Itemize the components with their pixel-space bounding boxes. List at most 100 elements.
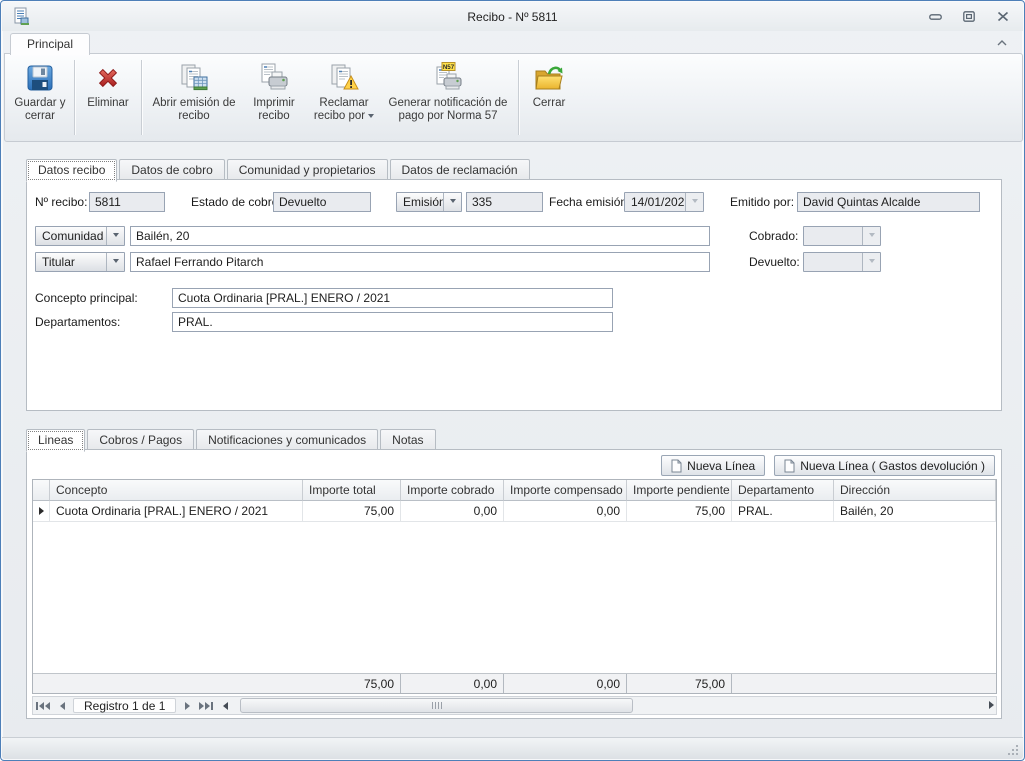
scroll-left-button[interactable] [217, 698, 233, 713]
receipt-data-panel: Nº recibo: 5811 Estado de cobro: Devuelt… [26, 179, 1002, 411]
total-importe-cobrado: 0,00 [401, 674, 504, 693]
print-receipt-button[interactable]: Imprimir recibo [242, 57, 306, 138]
comunidad-selector[interactable]: Comunidad [35, 226, 125, 246]
minimize-button[interactable] [925, 9, 945, 24]
devuelto-dropdown-button[interactable] [862, 253, 880, 271]
table-row[interactable]: Cuota Ordinaria [PRAL.] ENERO / 2021 75,… [33, 501, 996, 522]
previous-record-button[interactable] [54, 698, 70, 713]
comunidad-selector-label: Comunidad [36, 227, 106, 245]
column-concepto[interactable]: Concepto [50, 480, 303, 501]
delete-label: Eliminar [87, 97, 129, 110]
save-and-close-label: Guardar y cerrar [14, 97, 66, 123]
restore-button[interactable] [959, 9, 979, 24]
cobrado-picker[interactable] [803, 226, 881, 246]
numero-recibo-label: Nº recibo: [35, 192, 87, 212]
chevron-down-icon [113, 259, 119, 266]
emision-numero-field[interactable]: 335 [466, 192, 543, 212]
grid-totals-row: 75,00 0,00 0,00 75,00 [33, 673, 996, 693]
emision-combo[interactable]: Emisión [396, 192, 462, 212]
delete-icon [93, 61, 123, 95]
save-and-close-button[interactable]: Guardar y cerrar [10, 57, 70, 138]
lines-grid: Concepto Importe total Importe cobrado I… [32, 479, 997, 694]
open-emission-icon [177, 61, 211, 95]
claim-receipt-label: Reclamar recibo por [314, 97, 369, 122]
claim-receipt-button[interactable]: Reclamar recibo por [306, 57, 382, 138]
departamentos-field[interactable]: PRAL. [172, 312, 613, 332]
departamentos-label: Departamentos: [35, 312, 120, 332]
line-actions: Nueva Línea Nueva Línea ( Gastos devoluc… [661, 455, 995, 476]
close-form-label: Cerrar [533, 97, 566, 110]
concepto-principal-label: Concepto principal: [35, 288, 138, 308]
fecha-emision-label: Fecha emisión: [549, 192, 630, 212]
collapse-ribbon-icon[interactable] [995, 37, 1009, 47]
chevron-down-icon [368, 114, 374, 121]
save-icon [24, 61, 56, 95]
comunidad-field[interactable]: Bailén, 20 [130, 226, 710, 246]
grid-header-row: Concepto Importe total Importe cobrado I… [33, 480, 996, 501]
scroll-right-button[interactable] [989, 701, 994, 709]
column-importe-total[interactable]: Importe total [303, 480, 401, 501]
titular-selector[interactable]: Titular [35, 252, 125, 272]
grid-empty-area [33, 522, 996, 673]
emision-dropdown-button[interactable] [443, 193, 461, 211]
row-indicator [33, 501, 50, 522]
tab-principal[interactable]: Principal [10, 33, 90, 55]
total-importe-pendiente: 75,00 [627, 674, 732, 693]
norma57-notification-label: Generar notificación de pago por Norma 5… [386, 97, 510, 123]
fecha-emision-dropdown-button[interactable] [685, 193, 703, 211]
cobrado-value [804, 227, 862, 245]
column-importe-pendiente[interactable]: Importe pendiente [627, 480, 732, 501]
next-record-button[interactable] [179, 698, 195, 713]
devuelto-label: Devuelto: [749, 252, 800, 272]
norma57-notification-button[interactable]: N57 Generar notificación de pago por Nor… [382, 57, 514, 138]
resize-grip[interactable] [1007, 744, 1019, 756]
scrollbar-thumb[interactable] [240, 698, 633, 713]
estado-cobro-label: Estado de cobro: [191, 192, 282, 212]
emitido-por-field[interactable]: David Quintas Alcalde [797, 192, 980, 212]
column-direccion[interactable]: Dirección [834, 480, 996, 501]
numero-recibo-field[interactable]: 5811 [89, 192, 165, 212]
fecha-emision-value: 14/01/2021 [625, 193, 685, 211]
estado-cobro-field[interactable]: Devuelto [273, 192, 371, 212]
open-emission-button[interactable]: Abrir emisión de recibo [146, 57, 242, 138]
norma57-badge: N57 [443, 64, 455, 71]
ribbon-tab-row: Principal [4, 31, 1023, 54]
cell-importe-compensado: 0,00 [504, 501, 627, 522]
titular-field[interactable]: Rafael Ferrando Pitarch [130, 252, 710, 272]
column-importe-compensado[interactable]: Importe compensado [504, 480, 627, 501]
cell-concepto: Cuota Ordinaria [PRAL.] ENERO / 2021 [50, 501, 303, 522]
concepto-principal-field[interactable]: Cuota Ordinaria [PRAL.] ENERO / 2021 [172, 288, 613, 308]
row-arrow-icon [39, 507, 44, 515]
record-navigator: Registro 1 de 1 [32, 696, 997, 715]
claim-receipt-icon [327, 61, 361, 95]
chevron-down-icon [450, 199, 456, 206]
fecha-emision-picker[interactable]: 14/01/2021 [624, 192, 704, 212]
emision-combo-value: Emisión [397, 193, 443, 211]
title-bar: Recibo - Nº 5811 [2, 2, 1023, 31]
close-button[interactable] [993, 9, 1013, 24]
cell-direccion: Bailén, 20 [834, 501, 996, 522]
new-line-button[interactable]: Nueva Línea [661, 455, 765, 476]
first-record-button[interactable] [35, 698, 51, 713]
titular-selector-label: Titular [36, 253, 106, 271]
cobrado-dropdown-button[interactable] [862, 227, 880, 245]
print-receipt-icon [257, 61, 291, 95]
devuelto-picker[interactable] [803, 252, 881, 272]
norma57-print-icon: N57 [430, 61, 466, 95]
column-departamento[interactable]: Departamento [732, 480, 834, 501]
close-form-button[interactable]: Cerrar [523, 57, 575, 138]
titular-dropdown-button[interactable] [106, 253, 124, 271]
delete-button[interactable]: Eliminar [79, 57, 137, 138]
cell-departamento: PRAL. [732, 501, 834, 522]
chevron-down-icon [869, 233, 875, 240]
comunidad-dropdown-button[interactable] [106, 227, 124, 245]
new-document-icon [671, 459, 682, 473]
column-importe-cobrado[interactable]: Importe cobrado [401, 480, 504, 501]
lines-panel: Nueva Línea Nueva Línea ( Gastos devoluc… [26, 449, 1002, 719]
new-line-return-costs-button[interactable]: Nueva Línea ( Gastos devolución ) [774, 455, 995, 476]
last-record-button[interactable] [198, 698, 214, 713]
tab-datos-recibo[interactable]: Datos recibo [26, 159, 117, 182]
horizontal-scrollbar[interactable] [238, 698, 994, 713]
open-emission-label: Abrir emisión de recibo [150, 97, 238, 123]
tab-lineas[interactable]: Lineas [26, 429, 85, 452]
